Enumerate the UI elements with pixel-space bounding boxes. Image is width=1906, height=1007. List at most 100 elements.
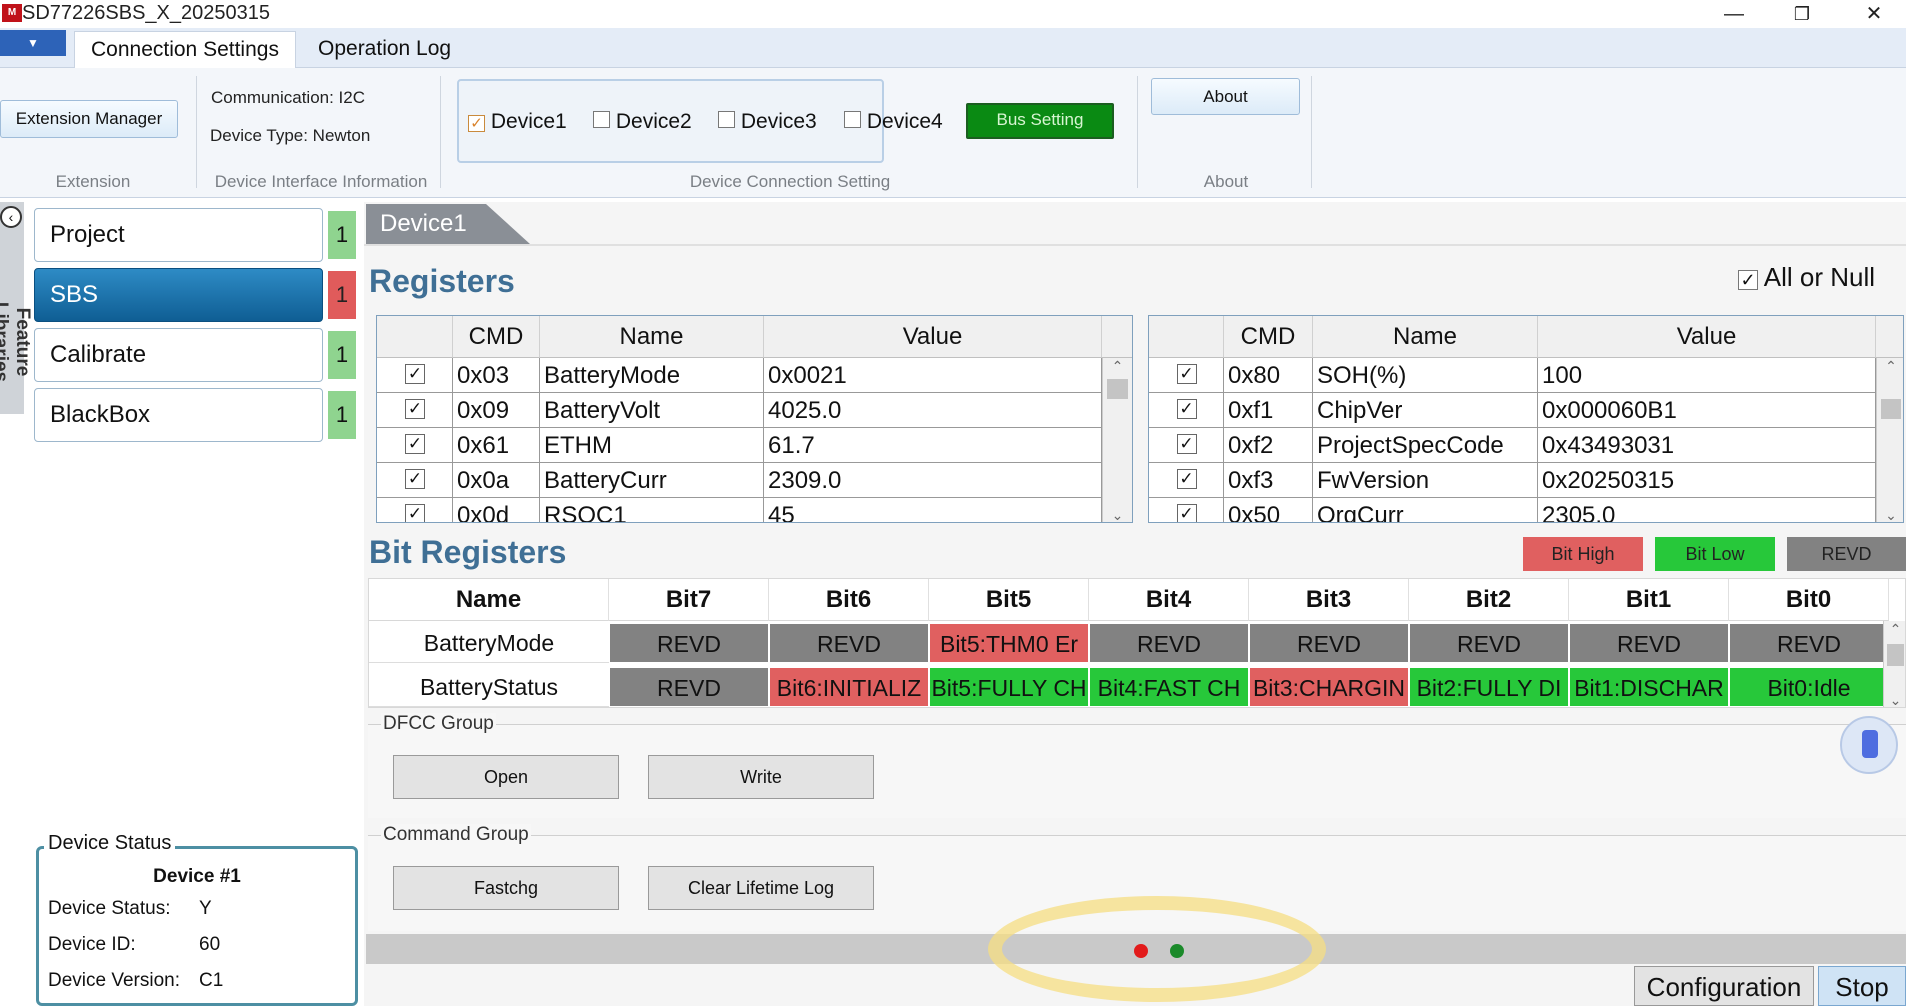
collapse-icon[interactable]: ‹ bbox=[0, 206, 22, 228]
value-cell[interactable]: 100 bbox=[1538, 358, 1876, 393]
sidebar-item-project[interactable]: Project bbox=[34, 208, 323, 262]
device1-checkbox[interactable]: ✓ bbox=[468, 115, 485, 132]
device-status-legend: Device Status bbox=[44, 832, 176, 855]
usb-device-icon[interactable] bbox=[1840, 716, 1898, 774]
scroll-thumb[interactable] bbox=[1881, 399, 1901, 419]
legend-revd: REVD bbox=[1787, 537, 1906, 571]
bit-column-header: Bit3 bbox=[1249, 579, 1409, 621]
name-cell: SOH(%) bbox=[1313, 358, 1538, 393]
device1-label: Device1 bbox=[490, 110, 567, 133]
tab-operation-log[interactable]: Operation Log bbox=[302, 31, 467, 68]
title-bar bbox=[0, 0, 1906, 28]
registers-right-scrollbar[interactable]: ⌃ ⌄ bbox=[1876, 358, 1903, 522]
row-checkbox[interactable]: ✓ bbox=[1176, 399, 1197, 419]
all-or-null-toggle[interactable]: ✓ All or Null bbox=[1738, 262, 1875, 293]
scroll-up-icon[interactable]: ⌃ bbox=[1884, 621, 1905, 638]
sidebar-item-calibrate[interactable]: Calibrate bbox=[34, 328, 323, 382]
scroll-down-icon[interactable]: ⌄ bbox=[1884, 692, 1905, 707]
open-button[interactable]: Open bbox=[393, 755, 619, 799]
device1-option[interactable]: ✓ Device1 bbox=[468, 110, 567, 134]
close-icon[interactable]: ✕ bbox=[1846, 0, 1902, 28]
row-checkbox[interactable]: ✓ bbox=[405, 399, 425, 419]
scroll-up-icon[interactable]: ⌃ bbox=[1103, 358, 1132, 375]
row-select-cell: ✓ bbox=[377, 498, 453, 522]
device2-option[interactable]: Device2 bbox=[593, 110, 692, 134]
cmd-header: CMD bbox=[1224, 316, 1313, 358]
extension-manager-button[interactable]: Extension Manager bbox=[0, 100, 178, 138]
device2-checkbox[interactable] bbox=[593, 111, 610, 128]
sidebar-item-blackbox[interactable]: BlackBox bbox=[34, 388, 323, 442]
row-checkbox[interactable]: ✓ bbox=[405, 504, 425, 522]
row-select-cell: ✓ bbox=[1149, 393, 1224, 428]
device4-checkbox[interactable] bbox=[844, 111, 861, 128]
write-button[interactable]: Write bbox=[648, 755, 874, 799]
row-checkbox[interactable]: ✓ bbox=[405, 469, 425, 489]
name-cell: ProjectSpecCode bbox=[1313, 428, 1538, 463]
value-cell[interactable]: 61.7 bbox=[764, 428, 1102, 463]
row-checkbox[interactable]: ✓ bbox=[1176, 434, 1197, 454]
row-checkbox[interactable]: ✓ bbox=[1176, 364, 1197, 384]
clear-lifetime-log-button[interactable]: Clear Lifetime Log bbox=[648, 866, 874, 910]
cmd-cell: 0x0d bbox=[453, 498, 540, 522]
configuration-button[interactable]: Configuration bbox=[1634, 966, 1814, 1006]
scroll-up-icon[interactable]: ⌃ bbox=[1877, 358, 1903, 375]
bit-cell: Bit5:THM0 Er bbox=[929, 623, 1089, 663]
cmd-cell: 0xf3 bbox=[1224, 463, 1313, 498]
scroll-thumb[interactable] bbox=[1887, 644, 1904, 666]
row-select-cell: ✓ bbox=[1149, 498, 1224, 522]
scroll-down-icon[interactable]: ⌄ bbox=[1877, 507, 1903, 522]
row-select-cell: ✓ bbox=[1149, 358, 1224, 393]
bit-cell: Bit1:DISCHAR bbox=[1569, 667, 1729, 707]
value-cell[interactable]: 2305.0 bbox=[1538, 498, 1876, 522]
value-cell[interactable]: 45 bbox=[764, 498, 1102, 522]
device-heading: Device #1 bbox=[153, 866, 241, 887]
value-cell[interactable]: 2309.0 bbox=[764, 463, 1102, 498]
scroll-thumb[interactable] bbox=[1107, 379, 1128, 399]
row-select-cell: ✓ bbox=[377, 463, 453, 498]
tab-divider bbox=[364, 244, 1906, 246]
name-header: Name bbox=[1313, 316, 1538, 358]
row-checkbox[interactable]: ✓ bbox=[405, 434, 425, 454]
device4-option[interactable]: Device4 bbox=[844, 110, 943, 134]
sidebar-item-sbs[interactable]: SBS bbox=[34, 268, 323, 322]
fastchg-button[interactable]: Fastchg bbox=[393, 866, 619, 910]
device-interface-group-label: Device Interface Information bbox=[214, 172, 428, 191]
about-button[interactable]: About bbox=[1151, 78, 1300, 115]
communication-info: Communication: I2C bbox=[211, 88, 366, 107]
value-cell[interactable]: 0x0021 bbox=[764, 358, 1102, 393]
header-spacer bbox=[1876, 316, 1903, 358]
cmd-cell: 0x03 bbox=[453, 358, 540, 393]
legend-bit-low: Bit Low bbox=[1655, 537, 1775, 571]
name-cell: BatteryVolt bbox=[540, 393, 764, 428]
device3-option[interactable]: Device3 bbox=[718, 110, 817, 134]
all-or-null-checkbox[interactable]: ✓ bbox=[1738, 270, 1758, 290]
minimize-icon[interactable]: — bbox=[1706, 0, 1762, 28]
row-checkbox[interactable]: ✓ bbox=[1176, 469, 1197, 489]
bit-column-header: Bit5 bbox=[929, 579, 1089, 621]
bit-cell: Bit6:INITIALIZ bbox=[769, 667, 929, 707]
registers-title: Registers bbox=[369, 263, 515, 299]
cmd-cell: 0x50 bbox=[1224, 498, 1313, 522]
bit-cell: REVD bbox=[1409, 623, 1569, 663]
value-cell[interactable]: 0x43493031 bbox=[1538, 428, 1876, 463]
row-checkbox[interactable]: ✓ bbox=[1176, 504, 1197, 522]
registers-table-right: CMD Name Value ✓ 0x80 SOH(%) 100 ✓ 0xf1 ChipVe… bbox=[1148, 315, 1904, 523]
tab-connection-settings[interactable]: Connection Settings bbox=[74, 31, 296, 68]
all-or-null-label: All or Null bbox=[1763, 262, 1876, 292]
bus-setting-button[interactable]: Bus Setting bbox=[966, 103, 1114, 139]
value-cell[interactable]: 0x000060B1 bbox=[1538, 393, 1876, 428]
row-checkbox[interactable]: ✓ bbox=[405, 364, 425, 384]
restore-icon[interactable]: ❐ bbox=[1774, 0, 1830, 28]
scroll-down-icon[interactable]: ⌄ bbox=[1103, 507, 1132, 522]
app-menu-button[interactable]: ▼ bbox=[0, 30, 66, 56]
registers-left-scrollbar[interactable]: ⌃ ⌄ bbox=[1102, 358, 1132, 522]
bit-table-scrollbar[interactable]: ⌃ ⌄ bbox=[1883, 621, 1905, 707]
highlight-annotation bbox=[988, 896, 1326, 1002]
device3-checkbox[interactable] bbox=[718, 111, 735, 128]
name-cell: BatteryMode bbox=[540, 358, 764, 393]
value-cell[interactable]: 4025.0 bbox=[764, 393, 1102, 428]
cmd-cell: 0x80 bbox=[1224, 358, 1313, 393]
bit-column-header: Bit0 bbox=[1729, 579, 1889, 621]
stop-button[interactable]: Stop bbox=[1818, 966, 1906, 1006]
value-cell[interactable]: 0x20250315 bbox=[1538, 463, 1876, 498]
